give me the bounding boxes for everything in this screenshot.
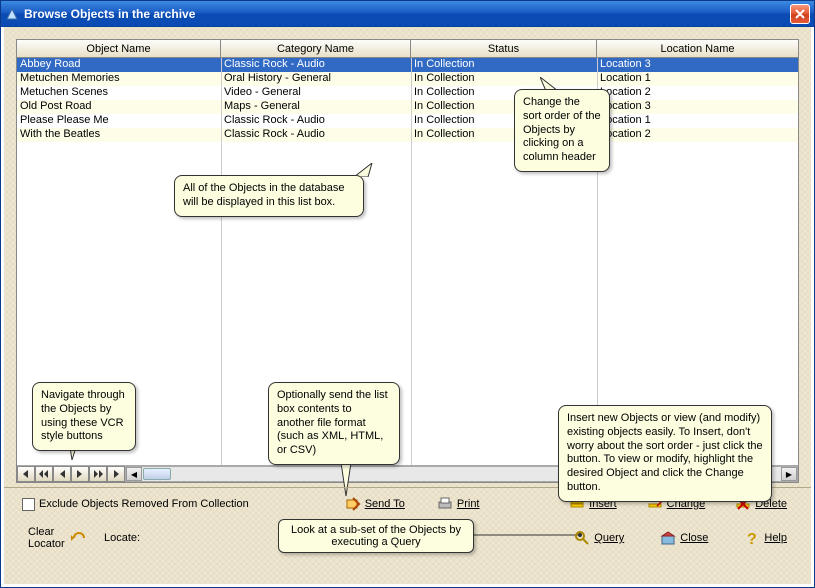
header-location-name[interactable]: Location Name (597, 40, 798, 57)
nav-first[interactable] (17, 466, 35, 482)
help-button[interactable]: ? Help (738, 528, 793, 548)
checkbox-icon[interactable] (22, 498, 35, 511)
scroll-left[interactable]: ◀ (126, 467, 142, 481)
print-icon (437, 496, 453, 512)
help-icon: ? (744, 530, 760, 546)
callout-listbox: All of the Objects in the database will … (174, 175, 364, 217)
table-row[interactable]: With the BeatlesClassic Rock - AudioIn C… (17, 128, 798, 142)
svg-text:?: ? (747, 531, 757, 546)
callout-sendto: Optionally send the list box contents to… (268, 382, 400, 465)
nav-next[interactable] (71, 466, 89, 482)
scroll-thumb[interactable] (143, 468, 171, 480)
nav-last[interactable] (107, 466, 125, 482)
close-icon (660, 530, 676, 546)
sendto-icon (345, 496, 361, 512)
nav-prev[interactable] (53, 466, 71, 482)
table-row[interactable]: Please Please MeClassic Rock - AudioIn C… (17, 114, 798, 128)
clear-locator-button[interactable]: Clear Locator (22, 524, 92, 552)
locate-label: Locate: (104, 532, 140, 544)
browse-window: Browse Objects in the archive Object Nam… (0, 0, 815, 588)
undo-icon (70, 530, 86, 546)
table-row[interactable]: Abbey RoadClassic Rock - AudioIn Collect… (17, 58, 798, 72)
header-category-name[interactable]: Category Name (221, 40, 411, 57)
nav-prev-page[interactable] (35, 466, 53, 482)
query-button[interactable]: Query (568, 528, 630, 548)
query-icon (574, 530, 590, 546)
close-button[interactable] (790, 4, 810, 24)
callout-sort: Change the sort order of the Objects by … (514, 89, 610, 172)
table-row[interactable]: Metuchen MemoriesOral History - GeneralI… (17, 72, 798, 86)
scroll-right[interactable]: ▶ (781, 467, 797, 481)
exclude-checkbox[interactable]: Exclude Objects Removed From Collection (22, 498, 249, 511)
sendto-button[interactable]: Send To (339, 494, 411, 514)
nav-next-page[interactable] (89, 466, 107, 482)
callout-insert: Insert new Objects or view (and modify) … (558, 405, 772, 502)
print-button[interactable]: Print (431, 494, 486, 514)
callout-navigate: Navigate through the Objects by using th… (32, 382, 136, 451)
header-status[interactable]: Status (411, 40, 597, 57)
table-row[interactable]: Metuchen ScenesVideo - GeneralIn Collect… (17, 86, 798, 100)
header-object-name[interactable]: Object Name (17, 40, 221, 57)
client-area: Object Name Category Name Status Locatio… (4, 27, 811, 584)
window-title: Browse Objects in the archive (24, 7, 195, 21)
close-button-toolbar[interactable]: Close (654, 528, 714, 548)
table-row[interactable]: Old Post RoadMaps - GeneralIn Collection… (17, 100, 798, 114)
titlebar[interactable]: Browse Objects in the archive (1, 1, 814, 27)
column-headers: Object Name Category Name Status Locatio… (17, 40, 798, 58)
app-icon (5, 7, 19, 21)
callout-query: Look at a sub-set of the Objects by exec… (278, 519, 474, 553)
